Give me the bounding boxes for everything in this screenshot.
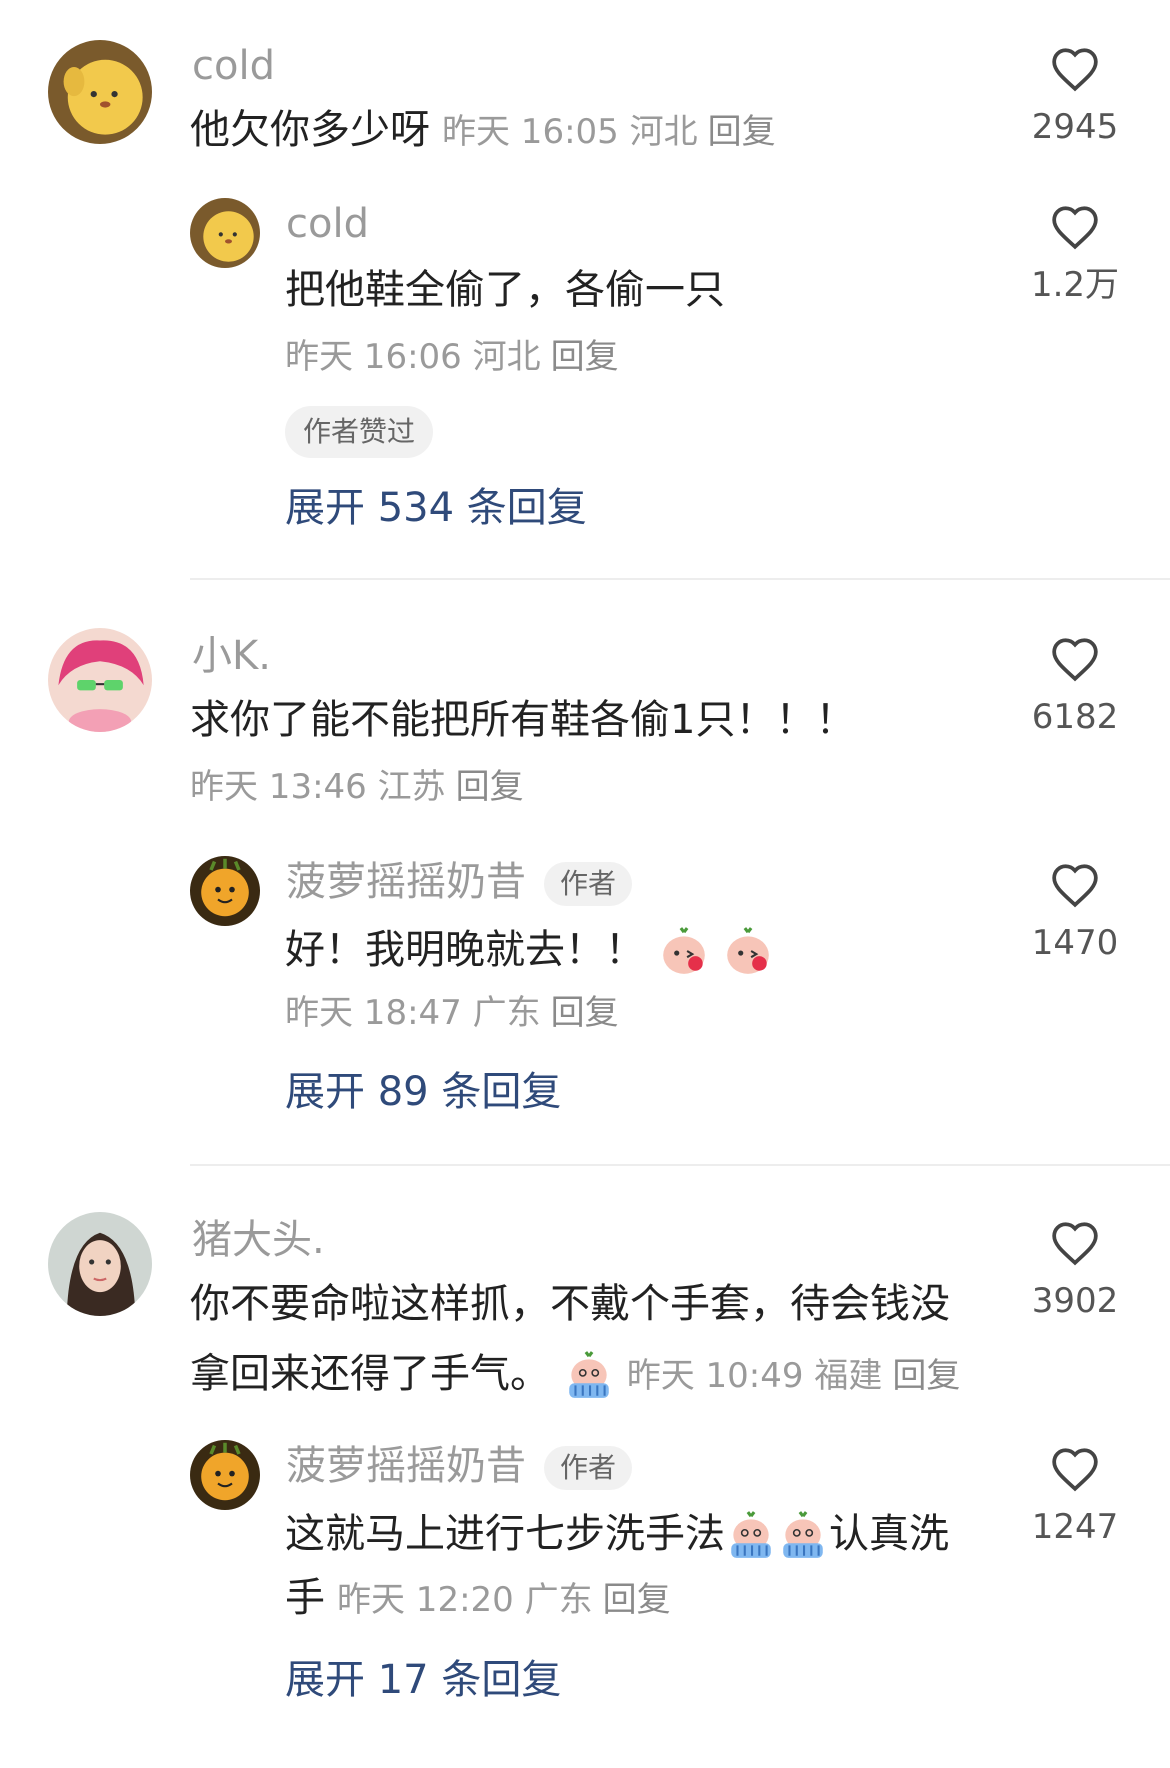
reply-meta: 昨天 18:47 广东 回复 <box>285 996 619 1030</box>
like-count: 1.2万 <box>1030 265 1120 305</box>
reply-timestamp: 昨天 16:06 河北 <box>285 337 541 377</box>
reply-body: 好！我明晚就去！！ <box>285 927 645 973</box>
like-button[interactable]: 1.2万 <box>1010 204 1140 302</box>
comment-timestamp: 昨天 13:46 江苏 <box>190 767 446 807</box>
handwash-emoji-icon <box>568 1351 609 1398</box>
heart-icon <box>1052 1222 1098 1266</box>
reply-button[interactable]: 回复 <box>708 112 776 152</box>
like-button[interactable]: 6182 <box>1010 636 1140 734</box>
reply-username[interactable]: 菠萝摇摇奶昔 作者 <box>286 859 633 906</box>
reply-username[interactable]: 菠萝摇摇奶昔 作者 <box>286 1443 633 1490</box>
reply-timestamp: 昨天 12:20 广东 <box>337 1580 593 1620</box>
avatar[interactable] <box>48 1212 152 1316</box>
comment-body-line2: 拿回来还得了手气。 昨天 10:49 福建 回复 <box>190 1350 960 1402</box>
reply-button[interactable]: 回复 <box>551 993 619 1033</box>
like-button[interactable]: 1470 <box>1010 862 1140 960</box>
expand-replies-button[interactable]: 展开 534 条回复 <box>285 488 587 528</box>
expand-replies-button[interactable]: 展开 89 条回复 <box>285 1072 561 1112</box>
comment-timestamp: 昨天 10:49 福建 <box>626 1356 883 1396</box>
divider <box>190 578 1170 580</box>
like-button[interactable]: 1247 <box>1010 1446 1140 1544</box>
reply-timestamp: 昨天 18:47 广东 <box>285 993 541 1033</box>
comment-body: 拿回来还得了手气。 <box>190 1351 550 1397</box>
author-tag: 作者 <box>544 1446 633 1490</box>
heart-icon <box>1052 206 1098 250</box>
reply-button[interactable]: 回复 <box>456 767 524 807</box>
author-tag: 作者 <box>544 862 633 906</box>
reply-button[interactable]: 回复 <box>551 337 619 377</box>
heart-icon <box>1052 638 1098 682</box>
reply-text-line1: 这就马上进行七步洗手法 认真洗 <box>285 1510 949 1562</box>
heart-icon <box>1052 864 1098 908</box>
comment-body-line1: 你不要命啦这样抓，不戴个手套，待会钱没 <box>190 1281 950 1327</box>
kiss-emoji-icon <box>727 927 770 974</box>
comment-text: 他欠你多少呀 昨天 16:05 河北 回复 <box>190 110 776 150</box>
avatar[interactable] <box>48 40 152 144</box>
reply-text-line2: 手昨天 12:20 广东 回复 <box>285 1578 671 1618</box>
like-count: 6182 <box>1031 697 1119 737</box>
reply-username-text: 菠萝摇摇奶昔 <box>286 1443 526 1489</box>
comment-meta: 昨天 13:46 江苏 回复 <box>190 770 524 804</box>
comment-body: 求你了能不能把所有鞋各偷1只！！！ <box>190 697 856 743</box>
reply-username-text: 菠萝摇摇奶昔 <box>286 859 526 905</box>
author-liked-badge: 作者赞过 <box>285 406 434 458</box>
handwash-emoji-icon <box>731 1511 771 1558</box>
reply-text: 把他鞋全偷了，各偷一只 <box>285 267 725 313</box>
reply-button[interactable]: 回复 <box>603 1580 671 1620</box>
expand-replies-button[interactable]: 展开 17 条回复 <box>285 1660 561 1700</box>
reply-body: 手 <box>285 1575 325 1621</box>
comment-username[interactable]: cold <box>192 46 275 86</box>
heart-icon <box>1052 48 1098 92</box>
like-count: 2945 <box>1031 107 1119 147</box>
avatar[interactable] <box>190 198 260 268</box>
kiss-emoji-icon <box>662 927 705 974</box>
reply-body-tail: 认真洗 <box>829 1511 949 1557</box>
like-count: 1247 <box>1031 1507 1119 1547</box>
like-button[interactable]: 2945 <box>1010 46 1140 144</box>
reply-meta: 昨天 16:06 河北 回复 <box>285 340 619 374</box>
handwash-emoji-icon <box>783 1511 823 1558</box>
like-count: 1470 <box>1031 923 1119 963</box>
avatar[interactable] <box>190 856 260 926</box>
like-button[interactable]: 3902 <box>1010 1220 1140 1318</box>
like-count: 3902 <box>1031 1281 1119 1321</box>
avatar[interactable] <box>48 628 152 732</box>
reply-button[interactable]: 回复 <box>892 1356 960 1396</box>
comment-username[interactable]: 猪大头. <box>192 1220 325 1260</box>
heart-icon <box>1052 1448 1098 1492</box>
comment-meta: 昨天 16:05 河北 <box>442 112 698 152</box>
comment-username[interactable]: 小K. <box>192 636 271 676</box>
reply-body: 这就马上进行七步洗手法 <box>285 1511 725 1557</box>
divider <box>190 1164 1170 1166</box>
avatar[interactable] <box>190 1440 260 1510</box>
reply-username[interactable]: cold <box>286 204 369 244</box>
comment-body: 他欠你多少呀 <box>190 107 430 153</box>
reply-text: 好！我明晚就去！！ <box>285 926 774 978</box>
